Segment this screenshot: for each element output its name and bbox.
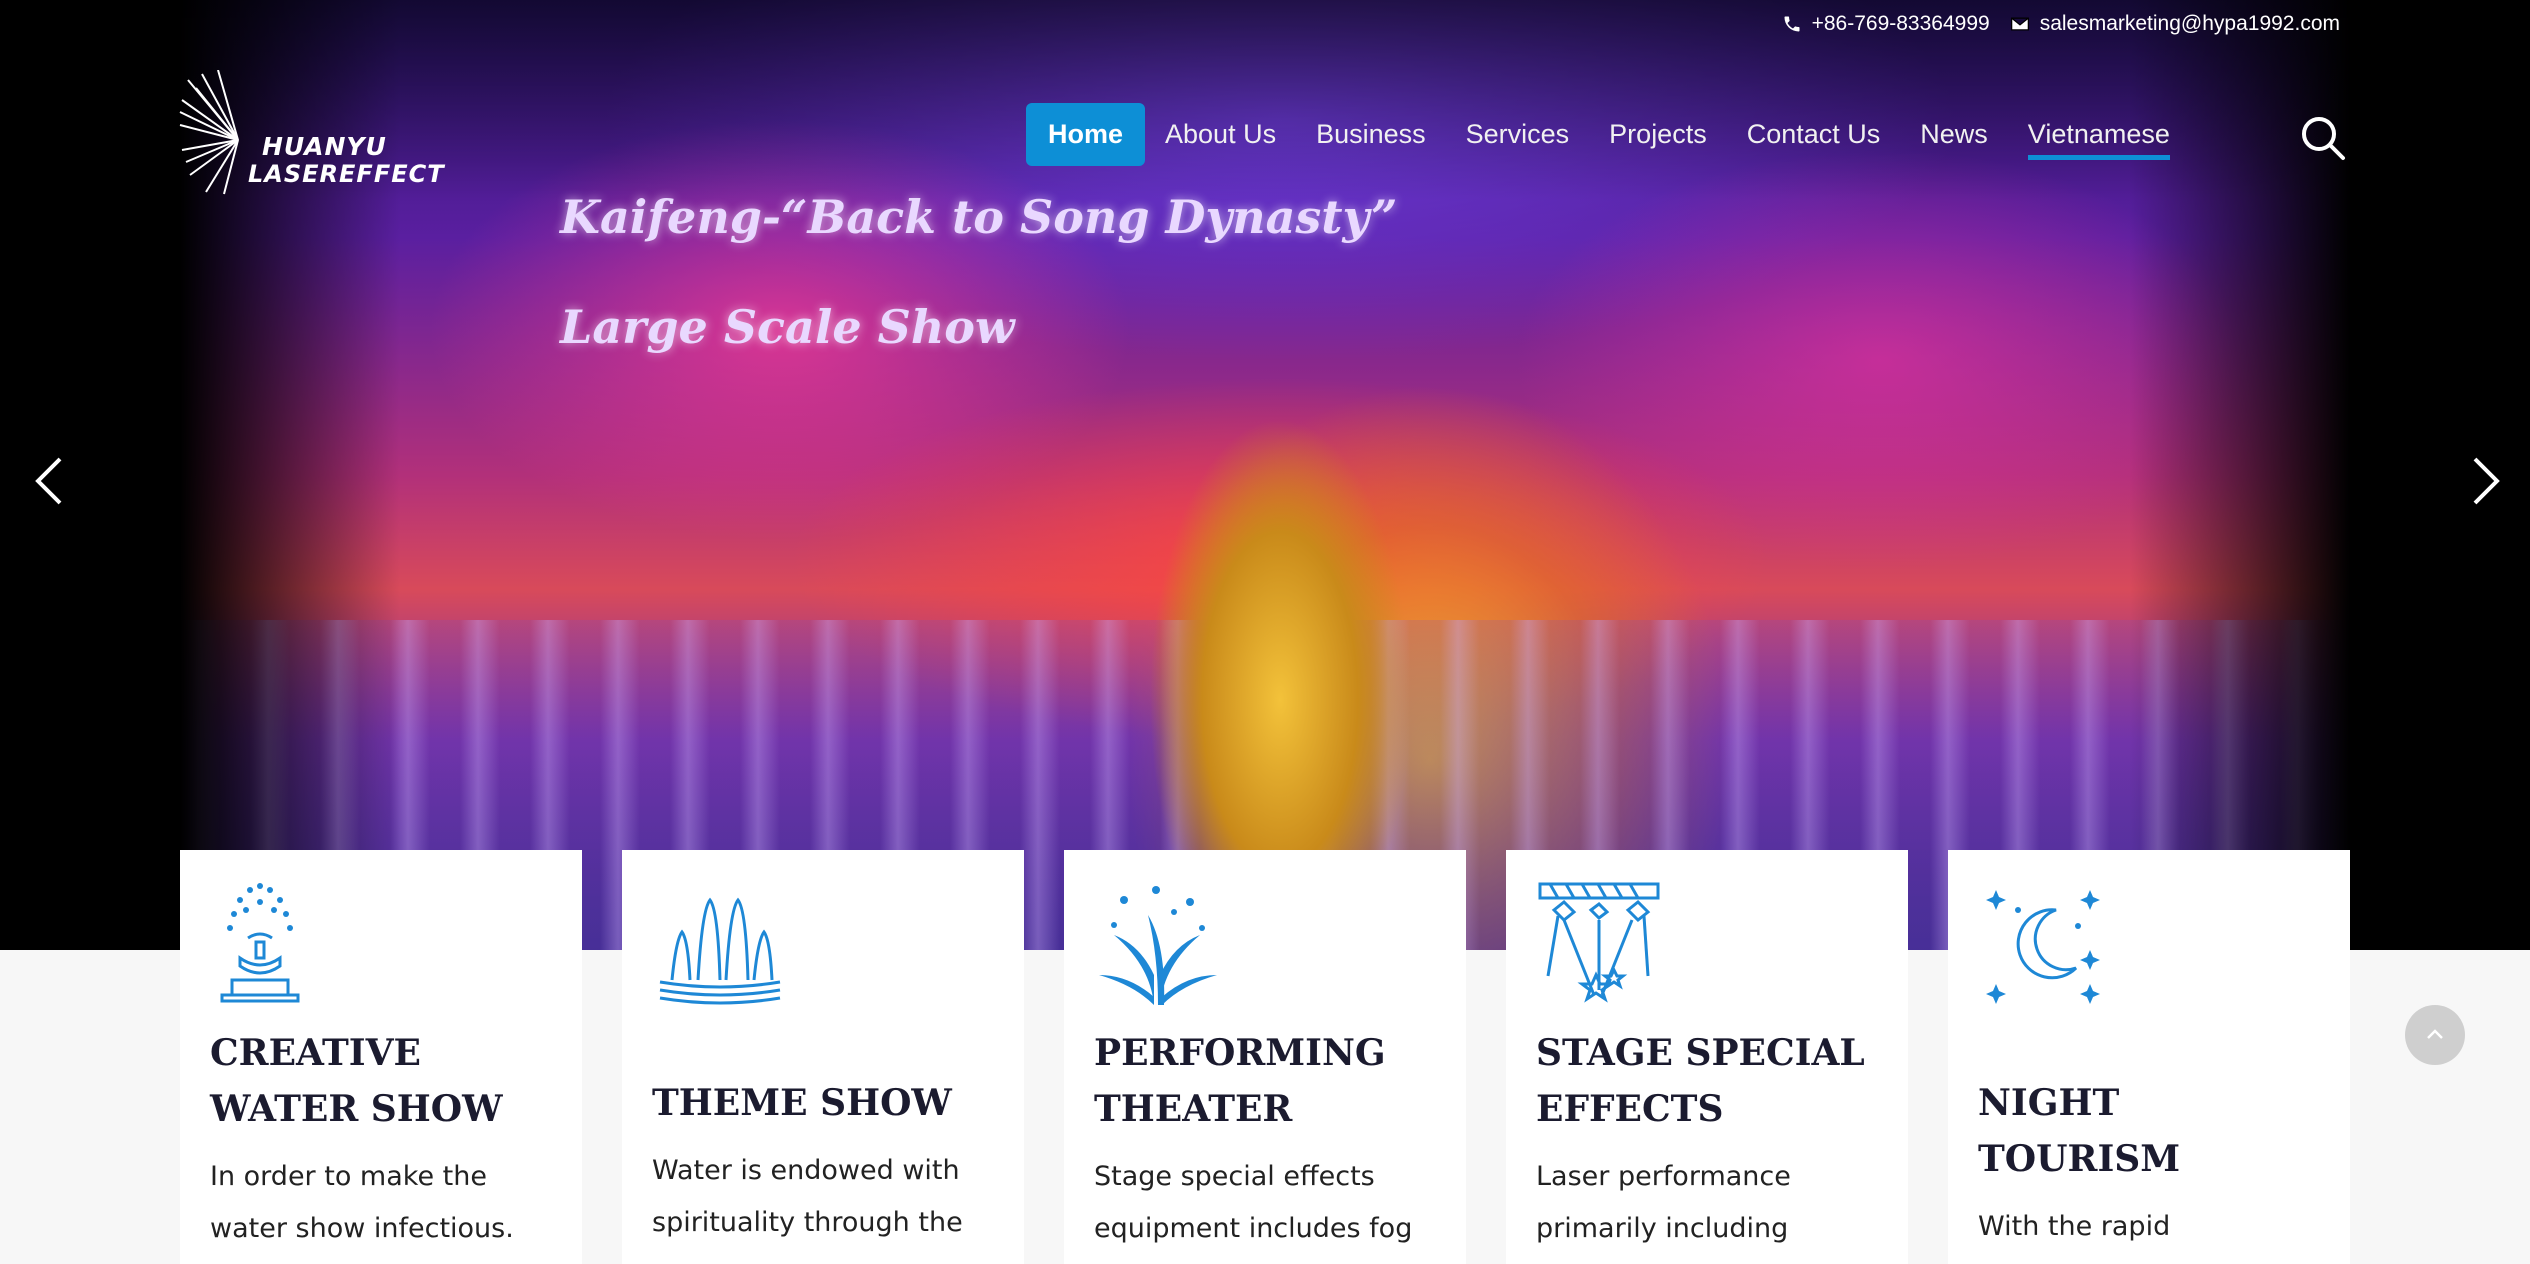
scroll-to-top-button[interactable] — [2405, 1005, 2465, 1065]
service-card[interactable]: NIGHT TOURISM With the rapid development… — [1948, 850, 2350, 1264]
card-text: With the rapid development of night — [1978, 1211, 2269, 1264]
phone-number: +86-769-83364999 — [1811, 12, 1990, 35]
logo[interactable]: HUANYU LASEREFFECT — [178, 70, 444, 200]
card-title: PERFORMING THEATER — [1094, 1032, 1386, 1130]
card-title: NIGHT TOURISM — [1978, 1082, 2181, 1180]
nav-vietnamese[interactable]: Vietnamese — [2008, 103, 2190, 166]
search-icon[interactable] — [2300, 115, 2346, 161]
card-text: Laser performance primarily including in… — [1536, 1161, 1791, 1244]
card-text: In order to make the water show infectio… — [210, 1161, 514, 1244]
service-cards: CREATIVE WATER SHOW In order to make the… — [180, 850, 2350, 1264]
chevron-up-icon — [2427, 1029, 2443, 1039]
fountain-icon — [220, 883, 300, 1003]
nav-contact-us[interactable]: Contact Us — [1727, 103, 1901, 166]
slider-prev-icon[interactable] — [30, 455, 70, 507]
card-text: Stage special effects equipment includes… — [1094, 1161, 1413, 1244]
phone-contact[interactable]: +86-769-83364999 — [1782, 12, 1990, 36]
envelope-icon — [2010, 17, 2029, 31]
service-card[interactable]: PERFORMING THEATER Stage special effects… — [1064, 850, 1466, 1264]
firework-icon — [1099, 886, 1217, 1005]
nav-home[interactable]: Home — [1026, 103, 1146, 166]
service-card[interactable]: CREATIVE WATER SHOW In order to make the… — [180, 850, 582, 1264]
water-jets-icon — [659, 897, 781, 1005]
main-nav: Home About Us Business Services Projects… — [1026, 103, 2190, 166]
email-contact[interactable]: salesmarketing@hypa1992.com — [2010, 12, 2340, 36]
stage-lights-icon — [1538, 882, 1660, 1003]
card-text: Water is endowed with spirituality throu… — [652, 1155, 963, 1238]
nav-business[interactable]: Business — [1296, 103, 1446, 166]
card-title: CREATIVE WATER SHOW — [210, 1032, 503, 1130]
email-address: salesmarketing@hypa1992.com — [2039, 12, 2340, 35]
service-card[interactable]: STAGE SPECIAL EFFECTS Laser performance … — [1506, 850, 1908, 1264]
service-card[interactable]: THEME SHOW Water is endowed with spiritu… — [622, 850, 1024, 1264]
nav-news[interactable]: News — [1900, 103, 2008, 166]
card-title: STAGE SPECIAL EFFECTS — [1536, 1032, 1865, 1130]
hero-slider: Kaifeng-“Back to Song Dynasty” Large Sca… — [0, 0, 2530, 950]
moon-stars-icon — [1986, 890, 2100, 1004]
nav-services[interactable]: Services — [1446, 103, 1590, 166]
hero-caption-line1: Kaifeng-“Back to Song Dynasty” — [560, 190, 1398, 244]
nav-projects[interactable]: Projects — [1589, 103, 1727, 166]
logo-text-line2: LASEREFFECT — [248, 160, 445, 188]
card-title: THEME SHOW — [652, 1082, 952, 1124]
nav-about-us[interactable]: About Us — [1145, 103, 1296, 166]
logo-text-line1: HUANYU — [262, 132, 387, 161]
slider-next-icon[interactable] — [2465, 455, 2505, 507]
phone-icon — [1784, 16, 1800, 32]
contact-bar: +86-769-83364999 salesmarketing@hypa1992… — [1782, 12, 2340, 36]
hero-caption-line2: Large Scale Show — [560, 300, 1015, 354]
